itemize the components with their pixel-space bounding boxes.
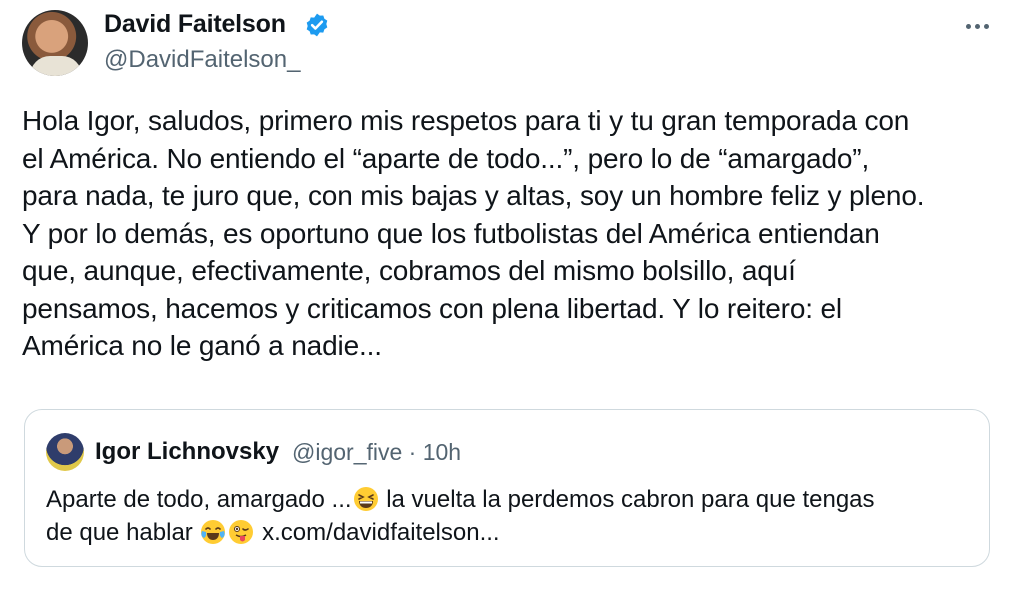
author-name[interactable]: David Faitelson xyxy=(104,10,286,39)
quoted-line-2: de que hablar x.com/davidfaitelson... xyxy=(46,516,976,549)
quoted-author-avatar[interactable] xyxy=(46,433,84,471)
quoted-text-segment: la vuelta la perdemos cabron para que te… xyxy=(379,486,875,513)
tweet-line: que, aunque, efectivamente, cobramos del… xyxy=(22,255,796,286)
quoted-author-handle-time[interactable]: @igor_five · 10h xyxy=(292,439,461,466)
winking-face-with-tongue-emoji-icon xyxy=(229,520,254,544)
tweet-line: América no le ganó a nadie... xyxy=(22,330,382,361)
quoted-author-name[interactable]: Igor Lichnovsky xyxy=(95,438,279,466)
face-with-tears-of-joy-emoji-icon xyxy=(201,520,226,544)
author-avatar[interactable] xyxy=(22,10,88,76)
tweet-line: pensamos, hacemos y criticamos con plena… xyxy=(22,292,842,324)
verified-badge-icon xyxy=(306,13,328,37)
tweet-line: para nada, te juro que, con mis bajas y … xyxy=(22,180,925,211)
quoted-line-1: Aparte de todo, amargado ... la vuelta l… xyxy=(46,483,976,516)
quoted-link[interactable]: x.com/davidfaitelson... xyxy=(255,519,499,546)
grinning-squinting-face-emoji-icon xyxy=(353,487,378,511)
author-handle[interactable]: @DavidFaitelson_ xyxy=(104,46,300,74)
tweet-line: el América. No entiendo el “aparte de to… xyxy=(22,142,870,174)
quoted-text-segment: Aparte de todo, amargado ... xyxy=(46,486,352,513)
tweet-line: Y por lo demás, es oportuno que los futb… xyxy=(22,217,880,249)
tweet-line: Hola Igor, saludos, primero mis respetos… xyxy=(22,105,910,136)
quoted-text-segment: de que hablar xyxy=(46,519,200,546)
quoted-tweet-text: Aparte de todo, amargado ... la vuelta l… xyxy=(46,483,976,549)
tweet-text: Hola Igor, saludos, primero mis respetos… xyxy=(22,102,1002,365)
quoted-tweet-card[interactable]: Igor Lichnovsky @igor_five · 10h Aparte … xyxy=(24,409,990,567)
more-options-icon[interactable] xyxy=(962,16,992,36)
